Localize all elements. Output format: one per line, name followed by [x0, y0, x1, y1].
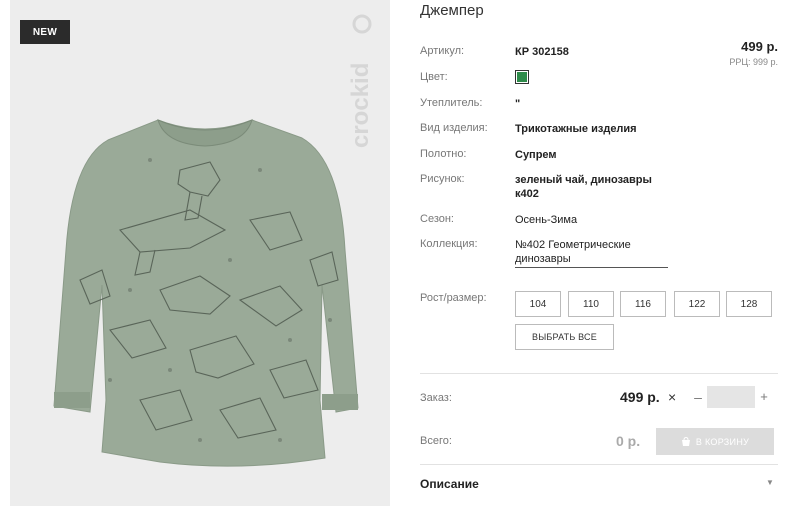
size-button-110[interactable]: 110: [568, 291, 614, 317]
product-image-panel[interactable]: NEW crockid: [10, 0, 390, 506]
size-button-128[interactable]: 128: [726, 291, 772, 317]
attr-label: Рисунок:: [420, 173, 465, 185]
attr-label: Полотно:: [420, 148, 467, 160]
collection-link[interactable]: №402 Геометрические динозавры: [515, 238, 631, 266]
product-photo-sweater: [40, 100, 370, 480]
product-details: Джемпер 499 р. РРЦ: 999 р. Артикул: КР 3…: [420, 0, 778, 506]
divider: [420, 464, 778, 465]
attr-value: Осень-Зима: [515, 214, 578, 226]
order-label: Заказ:: [420, 392, 452, 404]
attr-label: Утеплитель:: [420, 97, 483, 109]
attr-value: Супрем: [515, 149, 557, 161]
attr-value-line1: зеленый чай, динозавры: [515, 174, 652, 186]
total-label: Всего:: [420, 435, 452, 447]
total-price: 0 р.: [616, 433, 641, 449]
attr-label: Цвет:: [420, 71, 448, 83]
sizes-label: Рост/размер:: [420, 292, 487, 304]
product-title: Джемпер: [420, 2, 484, 19]
chevron-down-icon[interactable]: ▼: [766, 478, 774, 487]
attr-label: Сезон:: [420, 213, 454, 225]
attr-value: зеленый чай, динозавры к402: [515, 173, 652, 201]
attr-label: Коллекция:: [420, 238, 478, 250]
quantity-plus-button[interactable]: +: [758, 389, 770, 404]
add-to-cart-button[interactable]: В КОРЗИНУ: [656, 428, 774, 455]
attr-value-line2: динозавры: [515, 253, 571, 265]
attr-value-line1: №402 Геометрические: [515, 239, 631, 251]
cart-icon: [681, 436, 690, 446]
product-price: 499 р.: [741, 39, 778, 54]
add-to-cart-label: В КОРЗИНУ: [695, 436, 750, 447]
color-swatch-fill: [517, 72, 527, 82]
price-box: 499 р. РРЦ: 999 р.: [729, 39, 778, 67]
quantity-minus-button[interactable]: –: [692, 389, 704, 405]
select-all-sizes-button[interactable]: ВЫБРАТЬ ВСЕ: [515, 324, 614, 350]
quantity-input[interactable]: [707, 386, 755, 408]
size-button-122[interactable]: 122: [674, 291, 720, 317]
color-swatch[interactable]: [515, 70, 529, 84]
size-button-116[interactable]: 116: [620, 291, 666, 317]
attr-value: Трикотажные изделия: [515, 123, 637, 135]
attr-value: КР 302158: [515, 46, 569, 58]
attr-value-line2: к402: [515, 188, 539, 200]
divider: [420, 373, 778, 374]
multiply-icon: ×: [668, 389, 677, 405]
product-rrp: РРЦ: 999 р.: [729, 57, 778, 67]
attr-label: Вид изделия:: [420, 122, 488, 134]
order-price: 499 р.: [620, 389, 660, 405]
attr-label: Артикул:: [420, 45, 465, 57]
description-toggle[interactable]: Описание: [420, 477, 479, 491]
attr-value: ": [515, 98, 521, 110]
size-button-104[interactable]: 104: [515, 291, 561, 317]
collection-underline: [515, 267, 668, 268]
new-badge: NEW: [20, 20, 70, 44]
